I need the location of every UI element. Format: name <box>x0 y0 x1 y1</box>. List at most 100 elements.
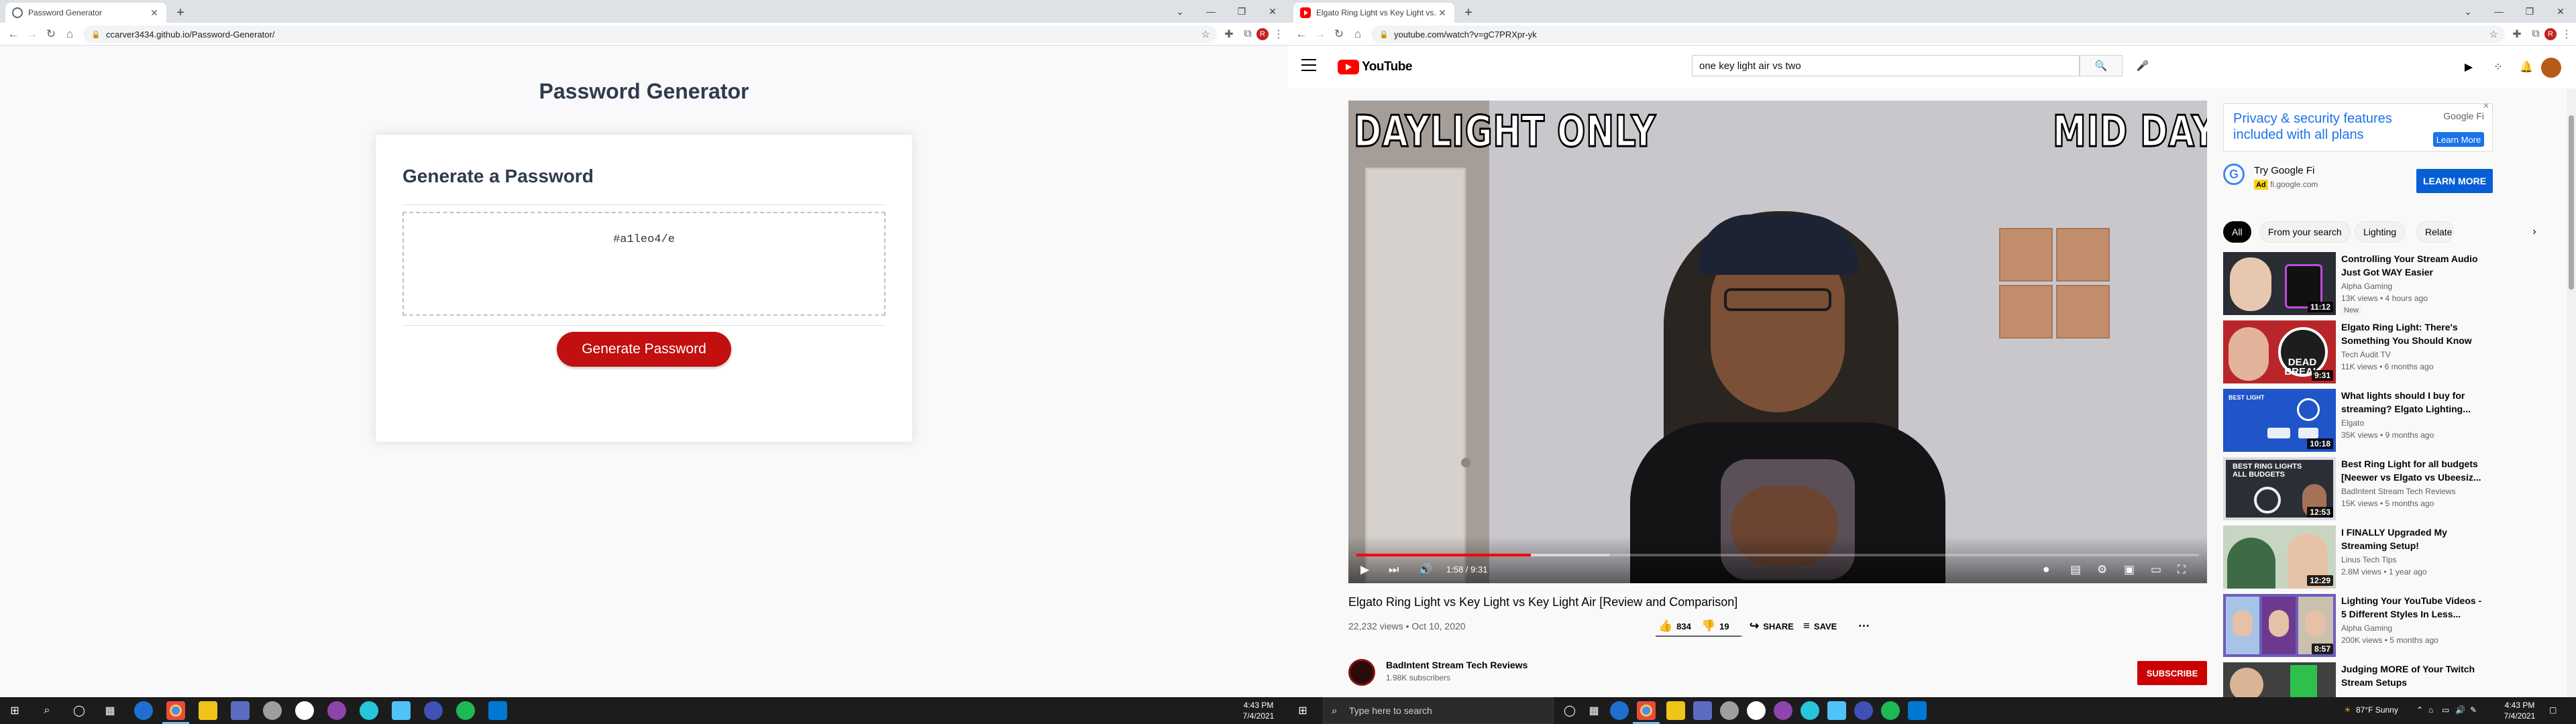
search-input[interactable] <box>1692 55 2080 76</box>
widgets-icon[interactable]: ▦ <box>102 703 118 719</box>
restore-button[interactable]: ❐ <box>1226 0 1257 23</box>
system-clock[interactable]: 4:43 PM 7/4/2021 <box>2496 700 2544 721</box>
back-button[interactable]: ← <box>1293 26 1309 42</box>
dislike-button[interactable]: 👎 19 <box>1701 617 1729 636</box>
minimize-button[interactable]: — <box>1195 0 1226 23</box>
tab-search-icon[interactable]: ⌄ <box>2453 0 2483 23</box>
address-bar[interactable]: 🔒 ccarver3434.github.io/Password-Generat… <box>83 25 1217 43</box>
puzzle-icon[interactable]: ⧉ <box>1240 26 1256 42</box>
notepad-icon[interactable] <box>392 701 411 720</box>
scrollbar-thumb[interactable] <box>2569 115 2574 290</box>
profile-avatar[interactable]: R <box>2542 26 2559 42</box>
forward-button[interactable]: → <box>1312 26 1328 42</box>
windows-start-icon[interactable]: ⊞ <box>1295 703 1311 719</box>
back-button[interactable]: ← <box>5 26 21 42</box>
create-video-icon[interactable]: ▶ <box>2459 58 2478 76</box>
taskbar-search-box[interactable]: ⌕ Type here to search <box>1323 697 1554 724</box>
close-tab-icon[interactable]: ✕ <box>149 7 160 18</box>
video-player[interactable]: DAYLIGHT ONLY MID DAY ▶ ⏭ 🔊 1:58 / 9:31 … <box>1348 101 2207 583</box>
chip-related[interactable]: Relate <box>2416 221 2454 243</box>
chip-lighting[interactable]: Lighting <box>2355 221 2406 243</box>
home-button[interactable]: ⌂ <box>1350 26 1366 42</box>
pen-icon[interactable]: ✎ <box>2470 705 2477 715</box>
windows-start-icon[interactable]: ⊞ <box>7 703 23 719</box>
chip-all[interactable]: All <box>2223 221 2251 243</box>
fullscreen-icon[interactable]: ⛶ <box>2178 562 2186 578</box>
home-button[interactable]: ⌂ <box>62 26 78 42</box>
subtitles-icon[interactable]: ▤ <box>2070 562 2081 578</box>
widgets-icon[interactable]: ▦ <box>1586 703 1602 719</box>
extension-icon[interactable]: ✚ <box>1221 26 1237 42</box>
xbox-icon[interactable] <box>1747 701 1766 720</box>
edge-browser-icon[interactable] <box>134 701 153 720</box>
tab-password-generator[interactable]: Password Generator ✕ <box>5 3 166 23</box>
recommended-video[interactable]: 12:29 I FINALLY Upgraded My Streaming Se… <box>2223 526 2505 589</box>
close-ad-icon[interactable]: ✕ <box>2483 101 2493 112</box>
vscode-icon[interactable] <box>488 701 507 720</box>
chrome-icon[interactable] <box>166 701 185 720</box>
close-window-button[interactable]: ✕ <box>1257 0 1288 23</box>
recommended-video[interactable]: DEAD BREAK 9:31 Elgato Ring Light: There… <box>2223 320 2505 383</box>
reload-button[interactable]: ↻ <box>43 26 59 42</box>
search-icon[interactable]: ⌕ <box>39 703 55 719</box>
cloud-app-icon[interactable] <box>1720 701 1739 720</box>
notifications-icon[interactable]: ▢ <box>2549 705 2557 715</box>
play-icon[interactable]: ▶ <box>1360 562 1369 578</box>
store-icon[interactable] <box>231 701 250 720</box>
bookmark-star-icon[interactable]: ☆ <box>1201 28 1210 40</box>
close-window-button[interactable]: ✕ <box>2545 0 2576 23</box>
save-button[interactable]: ≡ SAVE <box>1803 617 1837 636</box>
spotify-icon[interactable] <box>456 701 475 720</box>
restore-button[interactable]: ❐ <box>2514 0 2545 23</box>
new-tab-button[interactable]: + <box>172 4 189 21</box>
reload-button[interactable]: ↻ <box>1331 26 1347 42</box>
progress-bar[interactable] <box>1356 554 2199 556</box>
ad-title[interactable]: Try Google Fi <box>2254 165 2314 176</box>
weather-text[interactable]: 87°F Sunny <box>2356 705 2398 715</box>
notifications-bell-icon[interactable]: 🔔 <box>2517 58 2536 76</box>
network-icon[interactable]: ⌂ <box>2428 705 2433 715</box>
tray-chevron-icon[interactable]: ⌃ <box>2416 705 2423 715</box>
autoplay-toggle-icon[interactable]: ⏺ <box>2043 562 2049 578</box>
xbox-icon[interactable] <box>295 701 314 720</box>
task-view-icon[interactable]: ◯ <box>71 703 87 719</box>
cloud-app-icon[interactable] <box>263 701 282 720</box>
more-actions-button[interactable]: ⋯ <box>1858 617 1874 636</box>
menu-dots-icon[interactable]: ⋮ <box>1271 26 1287 42</box>
recommended-video[interactable]: 11:12 Controlling Your Stream Audio Just… <box>2223 252 2505 315</box>
subscribe-button[interactable]: SUBSCRIBE <box>2137 661 2207 685</box>
next-video-icon[interactable]: ⏭ <box>1389 562 1399 578</box>
account-avatar[interactable] <box>2541 58 2561 78</box>
apps-grid-icon[interactable]: ⁘ <box>2489 58 2508 76</box>
channel-name[interactable]: BadIntent Stream Tech Reviews <box>1386 660 1527 670</box>
search-button[interactable]: 🔍 <box>2080 55 2123 76</box>
theater-mode-icon[interactable]: ▭ <box>2151 562 2161 578</box>
battery-icon[interactable]: ▭ <box>2442 705 2449 715</box>
photos-app-icon[interactable] <box>1774 701 1792 720</box>
spotify-icon[interactable] <box>1881 701 1900 720</box>
recommended-video[interactable]: BEST LIGHT 10:18 What lights should I bu… <box>2223 389 2505 452</box>
tab-search-icon[interactable]: ⌄ <box>1165 0 1195 23</box>
vscode-icon[interactable] <box>1908 701 1927 720</box>
miniplayer-icon[interactable]: ▣ <box>2124 562 2135 578</box>
file-explorer-icon[interactable] <box>1666 701 1685 720</box>
task-view-icon[interactable]: ◯ <box>1562 703 1578 719</box>
chrome-icon[interactable] <box>1637 701 1656 720</box>
ad-cta-button[interactable]: LEARN MORE <box>2416 169 2493 193</box>
ad-learn-more-button[interactable]: Learn More <box>2433 132 2484 147</box>
obs-icon[interactable] <box>424 701 443 720</box>
youtube-logo[interactable]: YouTube <box>1338 59 1412 75</box>
share-button[interactable]: ↪ SHARE <box>1750 617 1794 636</box>
chip-from-your-search[interactable]: From your search <box>2259 221 2351 243</box>
cortana-app-icon[interactable] <box>360 701 378 720</box>
system-clock[interactable]: 4:43 PM 7/4/2021 <box>1234 700 1283 721</box>
settings-gear-icon[interactable]: ⚙ <box>2097 562 2107 578</box>
address-bar[interactable]: 🔒 youtube.com/watch?v=gC7PRXpr-yk ☆ <box>1371 25 2505 43</box>
notepad-icon[interactable] <box>1827 701 1846 720</box>
chevron-right-icon[interactable]: › <box>2524 221 2545 243</box>
recommended-video[interactable]: 8:57 Lighting Your YouTube Videos - 5 Di… <box>2223 594 2505 657</box>
volume-icon[interactable]: 🔊 <box>1418 562 1432 578</box>
page-scrollbar[interactable] <box>2567 88 2576 697</box>
ad-banner[interactable]: Privacy & security features included wit… <box>2223 101 2493 152</box>
forward-button[interactable]: → <box>24 26 40 42</box>
